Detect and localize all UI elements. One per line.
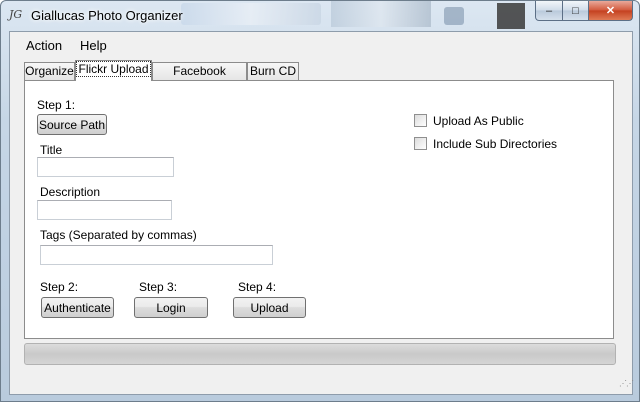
authenticate-button[interactable]: Authenticate xyxy=(41,297,114,318)
client-area: Action Help Organize Flickr Upload Faceb… xyxy=(9,31,634,395)
step4-label: Step 4: xyxy=(238,280,277,294)
tab-label: Burn CD xyxy=(249,64,296,78)
step3-label: Step 3: xyxy=(139,280,178,294)
background-blur xyxy=(331,1,431,27)
resize-grip-icon[interactable]: ⋰⋰ xyxy=(619,380,634,391)
include-subdirs-checkbox[interactable] xyxy=(414,137,427,150)
step2-label: Step 2: xyxy=(40,280,79,294)
close-icon: ✕ xyxy=(605,5,616,17)
background-blur xyxy=(444,7,464,25)
app-window: JG Giallucas Photo Organizer – □ ✕ Actio… xyxy=(0,0,640,402)
login-button[interactable]: Login xyxy=(134,297,208,318)
tab-label: Flickr Upload xyxy=(76,61,151,77)
maximize-icon: □ xyxy=(572,4,579,17)
tags-input[interactable] xyxy=(40,245,273,265)
upload-public-label: Upload As Public xyxy=(433,114,524,128)
window-title: Giallucas Photo Organizer xyxy=(31,8,183,23)
title-label: Title xyxy=(40,143,63,157)
description-input[interactable] xyxy=(37,200,172,220)
description-label: Description xyxy=(40,185,101,199)
tags-label: Tags (Separated by commas) xyxy=(40,228,197,242)
app-logo-icon: JG xyxy=(9,8,23,21)
menu-action[interactable]: Action xyxy=(26,38,62,53)
progress-bar xyxy=(24,343,616,365)
tab-flickr-upload[interactable]: Flickr Upload xyxy=(75,60,152,81)
caption-buttons: – □ ✕ xyxy=(535,1,633,21)
minimize-button[interactable]: – xyxy=(535,1,563,21)
step1-label: Step 1: xyxy=(37,98,76,112)
minimize-icon: – xyxy=(545,4,553,17)
title-bar[interactable]: JG Giallucas Photo Organizer – □ ✕ xyxy=(1,1,639,31)
menu-bar: Action Help xyxy=(10,32,632,54)
tab-burn-cd[interactable]: Burn CD xyxy=(247,62,299,80)
source-path-button[interactable]: Source Path xyxy=(37,114,107,135)
title-input[interactable] xyxy=(37,157,174,177)
upload-public-checkbox[interactable] xyxy=(414,114,427,127)
close-button[interactable]: ✕ xyxy=(589,1,633,21)
background-blur xyxy=(497,3,525,29)
background-blur xyxy=(181,3,321,25)
tab-label: Organize xyxy=(25,64,74,78)
tab-facebook-upload[interactable]: Facebook Upload xyxy=(152,62,247,95)
tab-organize[interactable]: Organize xyxy=(24,62,75,80)
include-subdirs-label: Include Sub Directories xyxy=(433,137,558,151)
flickr-upload-panel: Step 1: Source Path Title Description Ta… xyxy=(24,80,614,339)
menu-help[interactable]: Help xyxy=(80,38,107,53)
upload-button[interactable]: Upload xyxy=(233,297,306,318)
maximize-button[interactable]: □ xyxy=(563,1,589,21)
